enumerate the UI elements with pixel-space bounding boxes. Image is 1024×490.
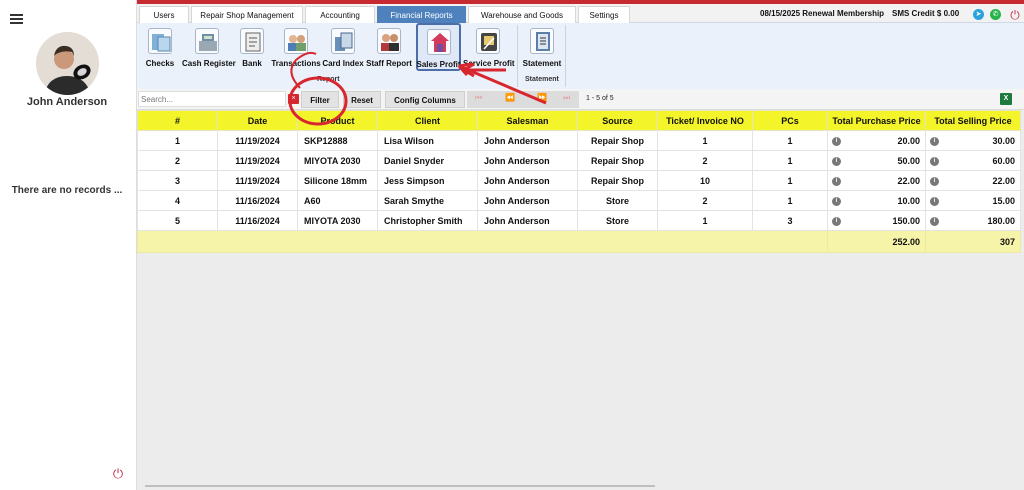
whatsapp-icon[interactable]: ✆ — [990, 9, 1001, 20]
info-icon[interactable]: i — [930, 216, 939, 226]
column-header[interactable]: Ticket/ Invoice NO — [657, 110, 753, 131]
ribbon-separator — [565, 25, 566, 87]
total-purchase-price: 252.00 — [827, 230, 926, 253]
tab-financial-reports[interactable]: Financial Reports — [377, 6, 466, 23]
table-row[interactable]: 2 11/19/2024 MIYOTA 2030 Daniel Snyder J… — [137, 150, 1021, 171]
card-index-icon — [331, 28, 355, 54]
info-icon[interactable]: i — [832, 156, 841, 166]
info-icon[interactable]: i — [930, 156, 939, 166]
group-label-report: Report — [317, 76, 340, 83]
checks-icon — [148, 28, 172, 54]
info-icon[interactable]: i — [832, 176, 841, 186]
table-row[interactable]: 3 11/19/2024 Silicone 18mm Jess Simpson … — [137, 170, 1021, 191]
tab-repair-shop-management[interactable]: Repair Shop Management — [191, 6, 303, 23]
info-icon[interactable]: i — [930, 176, 939, 186]
column-header[interactable]: Source — [577, 110, 658, 131]
column-header[interactable]: Product — [297, 110, 378, 131]
statement-icon — [530, 28, 554, 54]
ribbon-statement[interactable]: Statement — [523, 25, 561, 73]
info-icon[interactable]: i — [930, 136, 939, 146]
group-label-statement: Statement — [525, 76, 559, 83]
column-header[interactable]: Salesman — [477, 110, 578, 131]
bank-icon — [240, 28, 264, 54]
table-header-row: # Date Product Client Salesman Source Ti… — [137, 110, 1021, 131]
ribbon-bank[interactable]: Bank — [237, 25, 267, 73]
tab-settings[interactable]: Settings — [578, 6, 630, 23]
power-icon[interactable]: ⏻ — [1008, 8, 1022, 22]
user-name: John Anderson — [26, 96, 108, 108]
tab-users[interactable]: Users — [139, 6, 189, 23]
search-input[interactable] — [138, 91, 286, 107]
first-page-icon[interactable]: ⏮ — [475, 93, 482, 103]
info-icon[interactable]: i — [832, 216, 841, 226]
ribbon-staff-report[interactable]: Staff Report — [366, 25, 412, 73]
tab-accounting[interactable]: Accounting — [305, 6, 375, 23]
table-row[interactable]: 1 11/19/2024 SKP12888 Lisa Wilson John A… — [137, 130, 1021, 151]
menu-icon[interactable] — [10, 14, 23, 25]
empty-message: There are no records ... — [11, 185, 123, 196]
excel-export-icon[interactable]: X — [1000, 93, 1012, 105]
ribbon: Checks Cash Register Bank Transactions C… — [137, 23, 1024, 89]
column-header[interactable]: Total Selling Price — [925, 110, 1021, 131]
membership-renewal: 08/15/2025 Renewal Membership — [760, 9, 885, 18]
ribbon-service-profit[interactable]: Service Profit — [463, 25, 515, 73]
prev-page-icon[interactable]: ⏪ — [505, 93, 515, 102]
avatar — [36, 32, 99, 95]
info-icon[interactable]: i — [832, 196, 841, 206]
column-header[interactable]: PCs — [752, 110, 828, 131]
last-page-icon[interactable]: ⏭ — [563, 93, 570, 103]
tab-warehouse-and-goods[interactable]: Warehouse and Goods — [468, 6, 576, 23]
toolbar: × Filter Reset Config Columns ⏮ ⏪ ⏩ ⏭ 1 … — [137, 89, 1024, 110]
ribbon-cash-register[interactable]: Cash Register — [182, 25, 236, 73]
cash-register-icon — [195, 28, 219, 54]
column-header[interactable]: Total Purchase Price — [827, 110, 926, 131]
power-icon[interactable]: ⏻ — [111, 467, 125, 483]
sales-profit-table: # Date Product Client Salesman Source Ti… — [137, 110, 1021, 253]
info-icon[interactable]: i — [832, 136, 841, 146]
pager: ⏮ ⏪ ⏩ ⏭ — [467, 91, 579, 108]
staff-report-icon — [377, 28, 401, 54]
telegram-icon[interactable]: ➤ — [973, 9, 984, 20]
ribbon-card-index[interactable]: Card Index — [322, 25, 364, 73]
config-columns-button[interactable]: Config Columns — [385, 91, 465, 108]
column-header[interactable]: Date — [217, 110, 298, 131]
ribbon-checks[interactable]: Checks — [145, 25, 175, 73]
filter-button[interactable]: Filter — [301, 91, 339, 108]
sidebar: John Anderson There are no records ... ⏻ — [0, 0, 137, 490]
totals-row: 252.00 307 — [137, 230, 1021, 253]
page-info: 1 - 5 of 5 — [586, 95, 614, 102]
transactions-icon — [284, 28, 308, 54]
info-icon[interactable]: i — [930, 196, 939, 206]
next-page-icon[interactable]: ⏩ — [537, 93, 547, 102]
horizontal-scrollbar[interactable] — [145, 485, 655, 487]
table-row[interactable]: 4 11/16/2024 A60 Sarah Smythe John Ander… — [137, 190, 1021, 211]
tab-bar: Users Repair Shop Management Accounting … — [137, 4, 1024, 23]
column-header[interactable]: Client — [377, 110, 478, 131]
sms-credit: SMS Credit $ 0.00 — [892, 9, 960, 18]
service-profit-icon — [476, 28, 500, 54]
reset-button[interactable]: Reset — [343, 91, 381, 108]
sales-profit-icon — [426, 29, 451, 55]
ribbon-sales-profit[interactable]: Sales Profit — [416, 23, 461, 71]
ribbon-separator — [517, 25, 518, 87]
ribbon-transactions[interactable]: Transactions — [271, 25, 321, 73]
clear-search-button[interactable]: × — [288, 94, 299, 104]
column-header[interactable]: # — [137, 110, 218, 131]
table-row[interactable]: 5 11/16/2024 MIYOTA 2030 Christopher Smi… — [137, 210, 1021, 231]
total-selling-price: 307 — [925, 230, 1021, 253]
main-area: Users Repair Shop Management Accounting … — [137, 0, 1024, 490]
